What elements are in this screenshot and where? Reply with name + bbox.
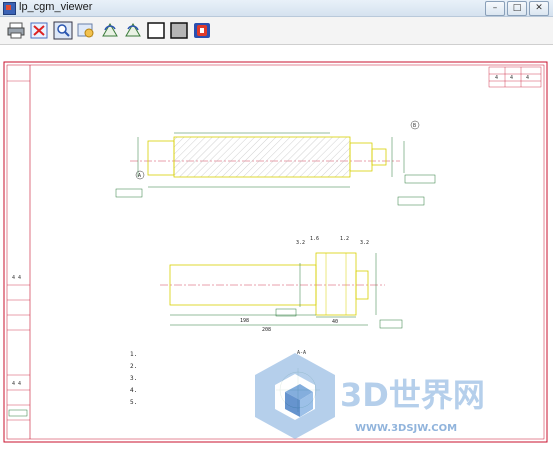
strip-label-3: 4 4 (12, 381, 21, 387)
watermark: 3D世界网 WWW.3DSJW.COM (255, 353, 485, 439)
title-bar: lp_cgm_viewer – □ ✕ (0, 0, 553, 17)
shaft-flange (315, 252, 357, 316)
note-5: 5. (130, 399, 137, 406)
close-button[interactable]: ✕ (529, 1, 549, 16)
tolerance-frame-1 (115, 188, 143, 198)
cad-drawing: 4 4 4 4 4 4 4 A B 198 208 40 3.2 1.6 1.2… (3, 61, 548, 443)
gray-background-icon[interactable] (169, 21, 189, 40)
window-controls: – □ ✕ (485, 1, 549, 16)
strip-stamp (8, 409, 28, 417)
window-title: lp_cgm_viewer (19, 1, 93, 13)
app-icon (3, 2, 16, 15)
elevation-dims (170, 253, 377, 326)
tolerance-frame-4 (379, 319, 403, 329)
note-3: 3. (130, 375, 137, 382)
dim-1.6: 1.6 (310, 236, 319, 242)
note-4: 4. (130, 387, 137, 394)
section-view: A B (115, 120, 436, 206)
callout-B: B (413, 123, 416, 129)
zoom-extents-icon[interactable] (76, 21, 96, 40)
part-right-step (349, 142, 373, 172)
rotate-left-icon[interactable] (100, 21, 120, 40)
table-cell-a: 4 (495, 75, 498, 81)
part-left-shoulder (147, 140, 175, 176)
watermark-brand: 3D世界网 (340, 376, 485, 414)
tolerance-frame-3 (397, 196, 425, 206)
note-2: 2. (130, 363, 137, 370)
watermark-url: WWW.3DSJW.COM (355, 423, 457, 434)
dim-3.2a: 3.2 (296, 240, 305, 246)
strip-label-2: 4 4 (12, 275, 21, 281)
tech-notes: 1. 2. 3. 4. 5. (130, 351, 137, 406)
plotter-logo-icon[interactable] (192, 21, 212, 40)
zoom-window-icon[interactable] (53, 21, 73, 40)
dim-3.2b: 3.2 (360, 240, 369, 246)
table-cell-c: 4 (526, 75, 529, 81)
tolerance-frame-2 (404, 174, 436, 184)
part-body-hatched (173, 136, 351, 178)
print-icon[interactable] (6, 21, 26, 40)
left-strip-grid (7, 80, 30, 421)
drawing-canvas[interactable]: 4 4 4 4 4 4 4 A B 198 208 40 3.2 1.6 1.2… (0, 45, 553, 460)
part-right-end (371, 148, 387, 166)
note-1: 1. (130, 351, 137, 358)
fit-icon[interactable] (29, 21, 49, 40)
table-cell-b: 4 (510, 75, 513, 81)
callout-A: A (138, 173, 141, 179)
dim-208: 208 (262, 327, 271, 333)
elevation-view: 198 208 40 3.2 1.6 1.2 3.2 (160, 236, 403, 333)
maximize-button[interactable]: □ (507, 1, 527, 16)
dim-198: 198 (240, 318, 249, 324)
dim-40: 40 (332, 319, 338, 325)
minimize-button[interactable]: – (485, 1, 505, 16)
toolbar (0, 17, 553, 45)
dim-1.2: 1.2 (340, 236, 349, 242)
rotate-right-icon[interactable] (123, 21, 143, 40)
white-background-icon[interactable] (146, 21, 166, 40)
